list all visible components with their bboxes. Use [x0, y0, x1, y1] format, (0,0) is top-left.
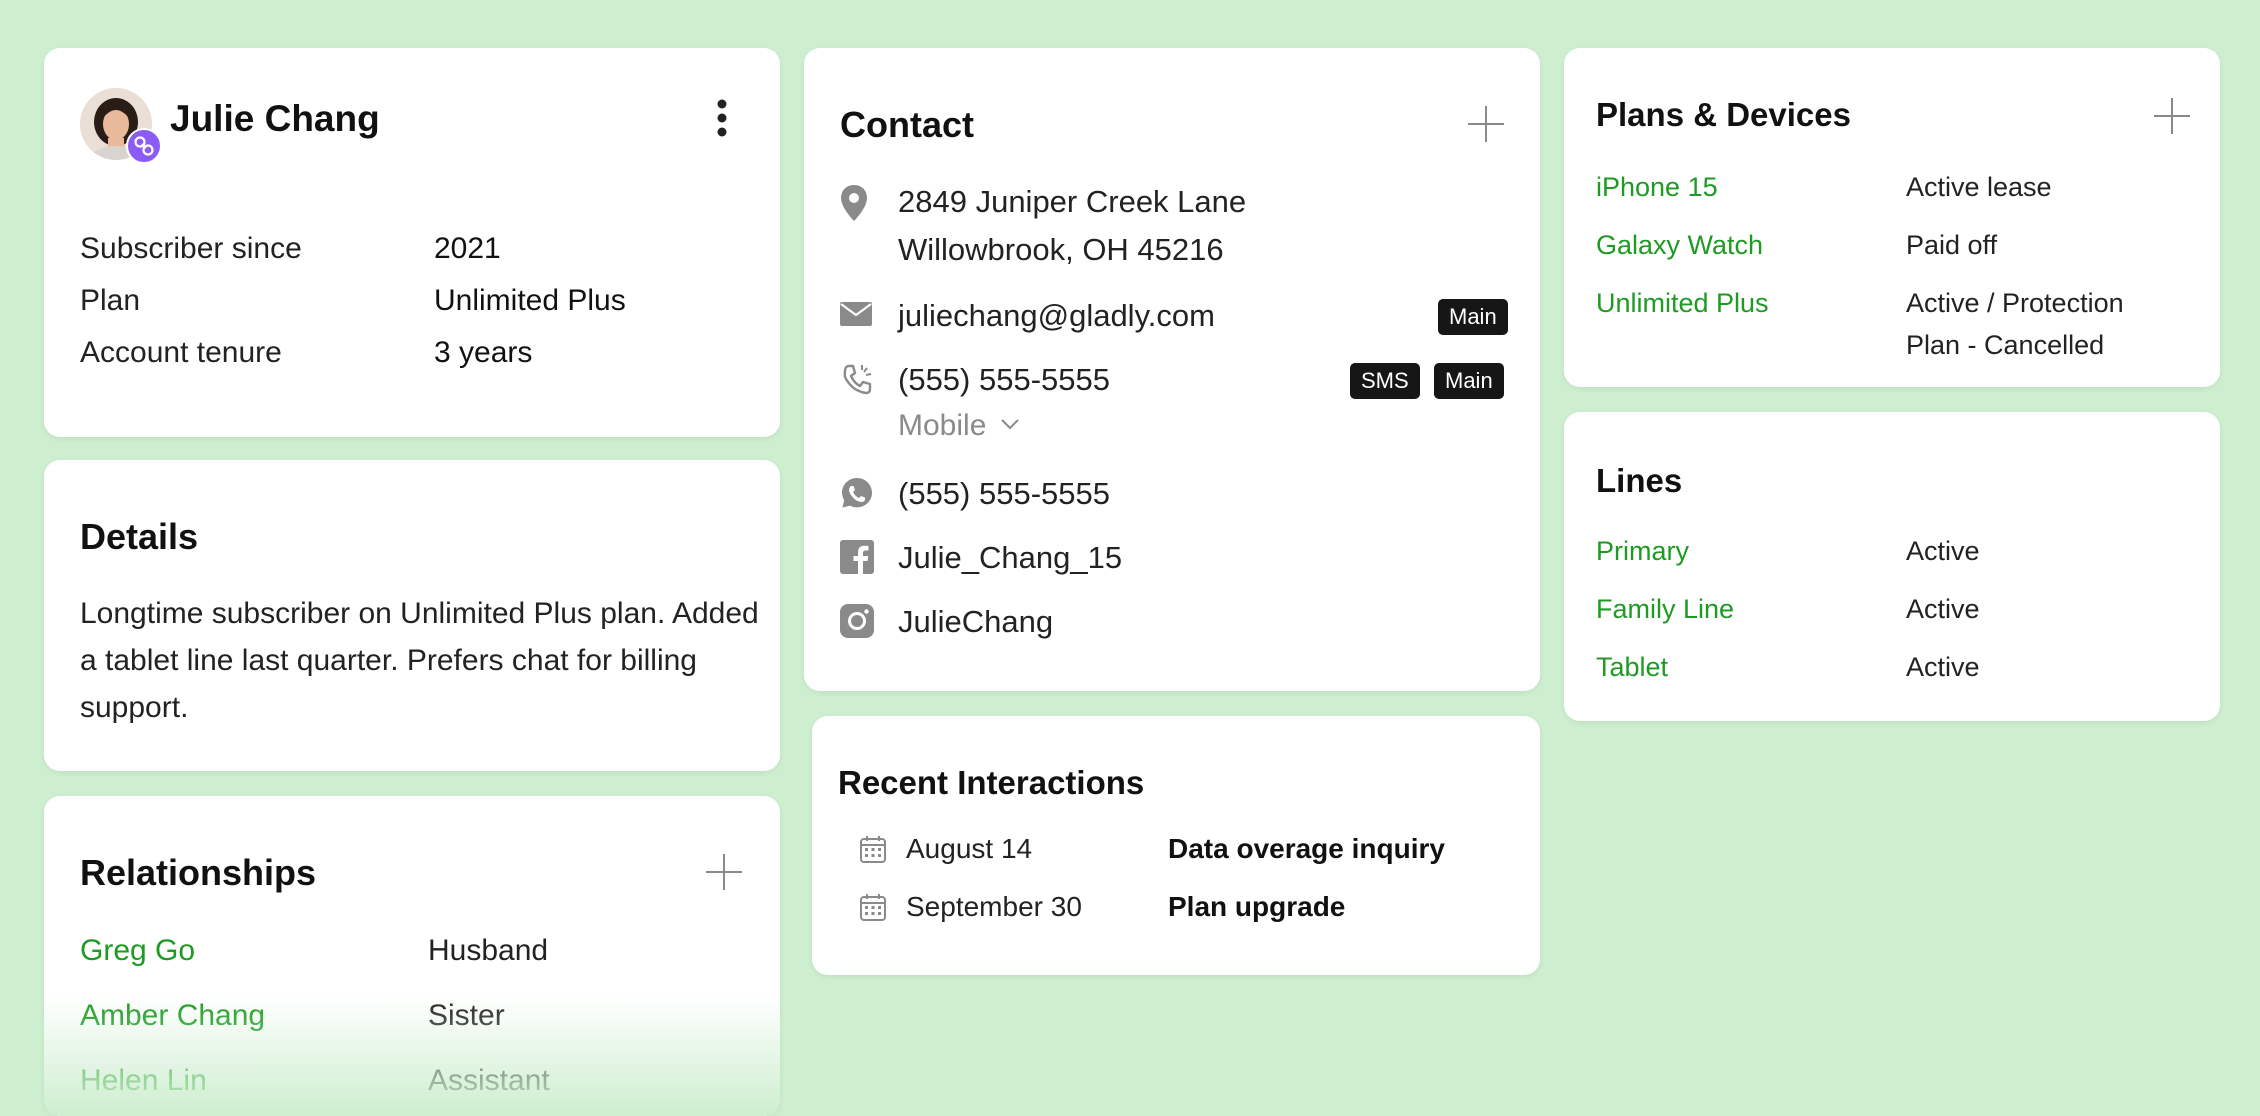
calendar-icon: [860, 893, 886, 926]
email-badge-wrap: Main: [1434, 299, 1508, 335]
interaction-subject[interactable]: Plan upgrade: [1168, 891, 1345, 923]
kebab-menu-icon[interactable]: [714, 98, 730, 142]
contact-card: Contact 2849 Juniper Creek Lane Willowbr…: [804, 48, 1540, 691]
details-card: Details Longtime subscriber on Unlimited…: [44, 460, 780, 771]
plan-label: Plan: [80, 284, 141, 317]
account-tenure-label: Account tenure: [80, 336, 282, 369]
relationship-type: Assistant: [428, 1064, 550, 1097]
recent-interactions-card: Recent Interactions August 14 Data overa…: [812, 716, 1540, 975]
facebook-icon: [840, 540, 874, 579]
relationship-name[interactable]: Helen Lin: [80, 1064, 207, 1098]
plans-devices-card: Plans & Devices iPhone 15 Active lease G…: [1564, 48, 2220, 387]
mail-icon: [840, 302, 872, 331]
address-line1[interactable]: 2849 Juniper Creek Lane: [898, 184, 1246, 220]
profile-card: Julie Chang Subscriber since 2021 Plan U…: [44, 48, 780, 437]
facebook-value[interactable]: Julie_Chang_15: [898, 540, 1122, 576]
subscriber-since-label: Subscriber since: [80, 232, 302, 265]
plan-item-status: Paid off: [1906, 230, 1998, 260]
account-tenure-value: 3 years: [434, 336, 533, 369]
instagram-value[interactable]: JulieChang: [898, 604, 1053, 640]
whatsapp-icon: [840, 476, 874, 515]
add-contact-button[interactable]: [1466, 104, 1506, 144]
plan-value: Unlimited Plus: [434, 284, 626, 317]
plans-devices-title: Plans & Devices: [1596, 96, 1851, 133]
relationship-name[interactable]: Greg Go: [80, 934, 195, 968]
line-item-name[interactable]: Primary: [1596, 536, 1689, 567]
line-item-name[interactable]: Family Line: [1596, 594, 1734, 625]
plan-item-name[interactable]: iPhone 15: [1596, 172, 1718, 203]
email-main-badge: Main: [1438, 299, 1508, 335]
phone-sms-badge: SMS: [1350, 363, 1420, 399]
relationship-name[interactable]: Amber Chang: [80, 999, 265, 1033]
plan-item-name[interactable]: Galaxy Watch: [1596, 230, 1763, 261]
relationships-card: Relationships Greg Go Husband Amber Chan…: [44, 796, 780, 1116]
subscriber-since-value: 2021: [434, 232, 501, 265]
location-pin-icon: [840, 184, 868, 227]
line-item-status: Active: [1906, 652, 1980, 682]
plan-item-status: Active / Protection: [1906, 288, 2124, 318]
relationship-type: Husband: [428, 934, 549, 967]
whatsapp-value[interactable]: (555) 555-5555: [898, 476, 1110, 512]
link-icon[interactable]: [126, 128, 162, 164]
add-relationship-button[interactable]: [704, 852, 744, 892]
phone-icon: [840, 362, 876, 403]
relationship-type: Sister: [428, 999, 505, 1032]
contact-title: Contact: [840, 104, 974, 145]
relationships-title: Relationships: [80, 852, 317, 893]
phone-main-badge: Main: [1434, 363, 1504, 399]
details-text[interactable]: Longtime subscriber on Unlimited Plus pl…: [80, 590, 760, 731]
plan-item-status: Plan - Cancelled: [1906, 330, 2105, 360]
line-item-status: Active: [1906, 536, 1980, 566]
chevron-down-icon: [1000, 417, 1020, 435]
recent-interactions-title: Recent Interactions: [838, 764, 1145, 801]
phone-type-select[interactable]: Mobile: [898, 409, 1020, 443]
add-plan-button[interactable]: [2152, 96, 2192, 136]
line-item-status: Active: [1906, 594, 1980, 624]
phone-type-label: Mobile: [898, 409, 987, 442]
interaction-subject[interactable]: Data overage inquiry: [1168, 833, 1445, 865]
line-item-name[interactable]: Tablet: [1596, 652, 1668, 683]
plan-item-name[interactable]: Unlimited Plus: [1596, 288, 1769, 319]
phone-value[interactable]: (555) 555-5555: [898, 362, 1110, 398]
instagram-icon: [840, 604, 874, 643]
email-value[interactable]: juliechang@gladly.com: [898, 298, 1215, 334]
plan-item-status: Active lease: [1906, 172, 2052, 202]
address-line2[interactable]: Willowbrook, OH 45216: [898, 232, 1224, 268]
details-title: Details: [80, 516, 199, 557]
lines-card: Lines Primary Active Family Line Active …: [1564, 412, 2220, 721]
customer-name: Julie Chang: [170, 98, 380, 139]
calendar-icon: [860, 835, 886, 868]
lines-title: Lines: [1596, 462, 1683, 499]
interaction-date[interactable]: September 30: [906, 891, 1082, 923]
interaction-date[interactable]: August 14: [906, 833, 1032, 865]
